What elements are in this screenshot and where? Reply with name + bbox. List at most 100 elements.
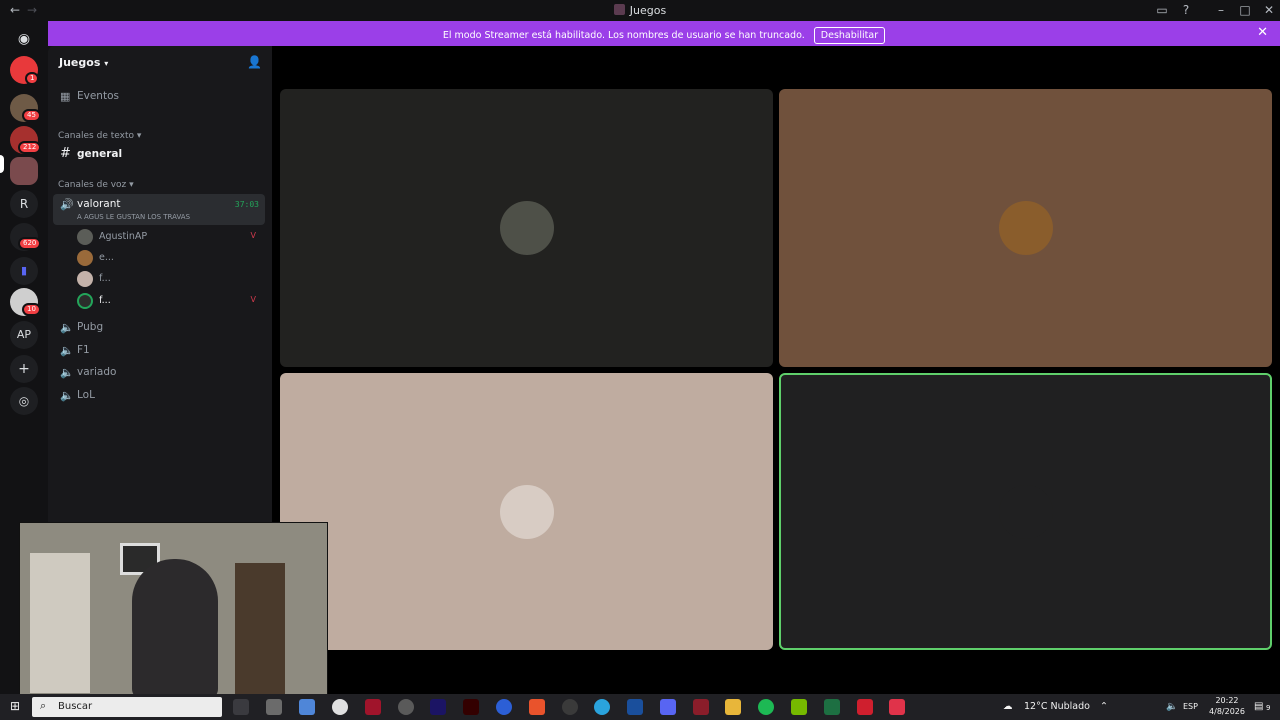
speaker-icon: 🔊	[60, 198, 74, 211]
weather-icon: ☁	[1003, 701, 1013, 712]
avatar	[499, 484, 554, 539]
call-timer: 37:03	[234, 200, 259, 209]
events-item[interactable]: ▦ Eventos	[53, 86, 265, 108]
title-bar: ← → Juegos ▭ ? – □ ✕	[0, 0, 1280, 21]
streamer-mode-banner: El modo Streamer está habilitado. Los no…	[48, 21, 1280, 46]
participant-tile[interactable]	[779, 89, 1272, 367]
text-category[interactable]: Canales de texto ▾	[58, 131, 141, 141]
after-effects-icon[interactable]	[430, 699, 446, 715]
voice-category[interactable]: Canales de voz ▾	[58, 180, 134, 190]
server-name-header[interactable]: Juegos ▾	[59, 56, 108, 69]
server-juegos[interactable]	[10, 157, 38, 185]
folder-icon[interactable]: ▮	[10, 257, 38, 285]
brave-icon[interactable]	[529, 699, 545, 715]
nvidia-icon[interactable]	[791, 699, 807, 715]
obs-icon[interactable]	[398, 699, 414, 715]
discord-home-icon[interactable]: ◉	[10, 25, 38, 53]
voice-channel-variado[interactable]: 🔈 variado	[53, 362, 265, 384]
participant-tile-speaking[interactable]	[779, 373, 1272, 650]
voice-member[interactable]: f... V	[77, 292, 262, 310]
valorant-activity-icon: V	[250, 295, 256, 304]
webcam-overlay	[19, 522, 328, 696]
help-icon[interactable]: ?	[1178, 3, 1194, 17]
speaker-icon: 🔈	[60, 344, 74, 357]
badge: 45	[22, 109, 41, 122]
discord-app: ← → Juegos ▭ ? – □ ✕ El modo Streamer es…	[0, 0, 1280, 696]
app-icon[interactable]	[627, 699, 643, 715]
spotify-icon[interactable]	[758, 699, 774, 715]
badge: 212	[18, 141, 42, 154]
voice-call-stage	[272, 46, 1280, 694]
voice-member[interactable]: AgustinAP V	[77, 228, 262, 246]
chevron-down-icon: ▾	[104, 59, 109, 68]
telegram-icon[interactable]	[594, 699, 610, 715]
minimize-button[interactable]: –	[1213, 3, 1229, 17]
steam-icon[interactable]	[562, 699, 578, 715]
participant-tile[interactable]	[280, 373, 773, 650]
person	[132, 559, 218, 695]
avatar	[77, 229, 93, 245]
search-icon: ⌕	[40, 699, 47, 712]
avatar	[499, 201, 554, 255]
notification-count: 9	[1266, 704, 1271, 712]
disable-streamer-button[interactable]: Deshabilitar	[813, 27, 886, 44]
volume-icon[interactable]: 🔈	[1166, 701, 1178, 712]
search-box[interactable]: ⌕ Buscar	[32, 697, 222, 717]
valorant-icon[interactable]	[889, 699, 905, 715]
maximize-button[interactable]: □	[1237, 3, 1253, 17]
speaker-icon: 🔈	[60, 389, 74, 402]
invite-icon[interactable]: 👤	[247, 55, 262, 69]
windows-start-icon[interactable]: ⊞	[10, 699, 20, 713]
server-ap[interactable]: AP	[10, 321, 38, 349]
whiteboard	[30, 553, 90, 693]
channel-general[interactable]: # general	[53, 144, 265, 166]
clock-time[interactable]: 20:22	[1208, 696, 1246, 705]
file-explorer-icon[interactable]	[725, 699, 741, 715]
illustrator-icon[interactable]	[463, 699, 479, 715]
ea-icon[interactable]	[496, 699, 512, 715]
add-server-icon[interactable]: +	[10, 355, 38, 383]
app-icon[interactable]	[857, 699, 873, 715]
door	[235, 563, 285, 695]
voice-channel-f1[interactable]: 🔈 F1	[53, 340, 265, 362]
chevron-up-icon[interactable]: ⌃	[1100, 701, 1108, 712]
copilot-icon[interactable]	[299, 699, 315, 715]
badge: 1	[25, 72, 40, 85]
app-icon[interactable]	[693, 699, 709, 715]
server-icon	[613, 4, 625, 15]
app-icon[interactable]	[365, 699, 381, 715]
notifications-icon[interactable]: ▤	[1254, 701, 1263, 712]
calculator-icon[interactable]	[266, 699, 282, 715]
participant-tile[interactable]	[280, 89, 773, 367]
close-window-button[interactable]: ✕	[1261, 3, 1277, 17]
avatar	[998, 484, 1053, 539]
avatar	[77, 250, 93, 266]
valorant-activity-icon: V	[250, 231, 256, 240]
voice-member[interactable]: e...	[77, 249, 262, 267]
banner-message-row: El modo Streamer está habilitado. Los no…	[48, 27, 1280, 44]
badge: 10	[22, 303, 41, 316]
speaker-icon: 🔈	[60, 321, 74, 334]
avatar	[77, 271, 93, 287]
discord-taskbar-icon[interactable]	[660, 699, 676, 715]
server-r[interactable]: R	[10, 190, 38, 218]
speaker-icon: 🔈	[60, 366, 74, 379]
window-title: Juegos	[0, 4, 1280, 17]
voice-member[interactable]: f...	[77, 270, 262, 288]
avatar	[77, 293, 93, 309]
windows-taskbar: ⊞ ⌕ Buscar ☁ 12°C Nublado ⌃ 🔈 ESP 20:22 …	[0, 694, 1280, 720]
explore-icon[interactable]: ◎	[10, 387, 38, 415]
inbox-icon[interactable]: ▭	[1154, 3, 1170, 17]
weather[interactable]: 12°C Nublado	[1024, 701, 1090, 712]
hash-icon: #	[60, 146, 71, 161]
language-indicator[interactable]: ESP	[1183, 702, 1198, 711]
voice-channel-valorant[interactable]: 🔊 valorant 37:03 A AGUS LE GUSTAN LOS TR…	[53, 194, 265, 225]
excel-icon[interactable]	[824, 699, 840, 715]
close-banner-icon[interactable]: ✕	[1257, 25, 1268, 40]
voice-channel-lol[interactable]: 🔈 LoL	[53, 385, 265, 407]
task-view-icon[interactable]	[233, 699, 249, 715]
clock-date[interactable]: 4/8/2026	[1206, 707, 1248, 716]
calendar-icon: ▦	[60, 90, 71, 103]
google-icon[interactable]	[332, 699, 348, 715]
voice-channel-pubg[interactable]: 🔈 Pubg	[53, 317, 265, 339]
